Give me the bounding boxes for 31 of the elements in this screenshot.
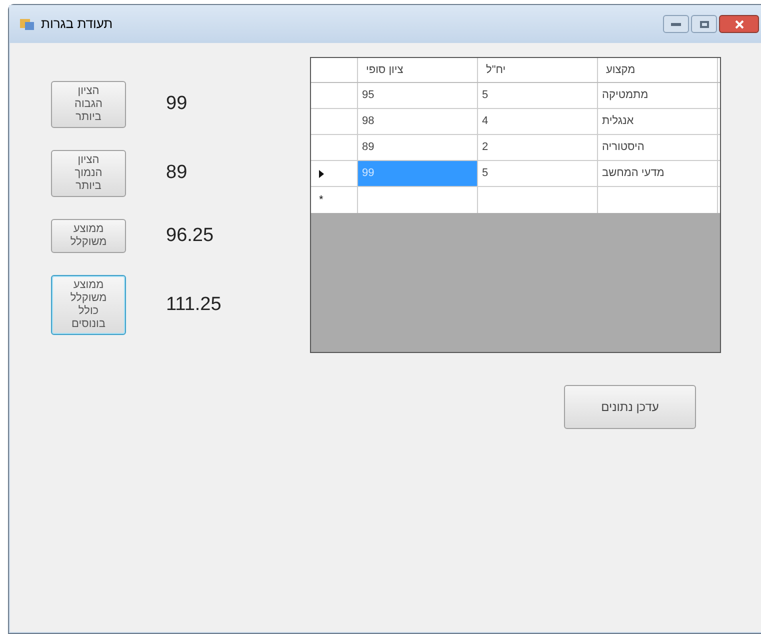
table-cell[interactable]: 5 bbox=[478, 83, 598, 108]
close-button[interactable] bbox=[719, 15, 759, 33]
table-cell[interactable]: אנגלית bbox=[598, 109, 718, 134]
table-cell[interactable]: 4 bbox=[478, 109, 598, 134]
column-header[interactable]: מקצוע bbox=[598, 58, 718, 82]
minimize-button[interactable] bbox=[663, 15, 689, 33]
new-row-marker: * bbox=[319, 192, 324, 208]
stat-value: 99 bbox=[166, 92, 188, 116]
stat-button[interactable]: הציון הגבוה ביותר bbox=[51, 81, 126, 128]
table-cell[interactable]: 89 bbox=[358, 135, 478, 160]
update-button[interactable]: עדכן נתונים bbox=[564, 385, 696, 429]
stat-button[interactable]: ממוצע משוקלל bbox=[51, 219, 126, 253]
column-header[interactable]: יח"ל bbox=[478, 58, 598, 82]
current-row-icon bbox=[319, 170, 324, 178]
window-title: תעודת בגרות bbox=[41, 15, 113, 34]
close-icon bbox=[734, 20, 744, 28]
maximize-button[interactable] bbox=[691, 15, 717, 33]
table-cell[interactable]: 2 bbox=[478, 135, 598, 160]
stat-value: 96.25 bbox=[166, 224, 214, 248]
table-cell[interactable]: 5 bbox=[478, 161, 598, 186]
stat-value: 111.25 bbox=[166, 292, 222, 317]
table-cell[interactable]: היסטוריה bbox=[598, 135, 718, 160]
app-icon bbox=[19, 17, 35, 31]
stat-value: 89 bbox=[166, 161, 188, 186]
table-cell[interactable]: 95 bbox=[358, 83, 478, 108]
stat-button[interactable]: הציון הנמוך ביותר bbox=[51, 150, 126, 197]
table-cell[interactable]: מתמטיקה bbox=[598, 83, 718, 108]
stat-button[interactable]: ממוצע משוקלל כולל בונוסים bbox=[51, 275, 126, 335]
table-cell[interactable]: מדעי המחשב bbox=[598, 161, 718, 186]
column-header[interactable]: ציון סופי bbox=[358, 58, 478, 82]
table-cell[interactable]: 98 bbox=[358, 109, 478, 134]
